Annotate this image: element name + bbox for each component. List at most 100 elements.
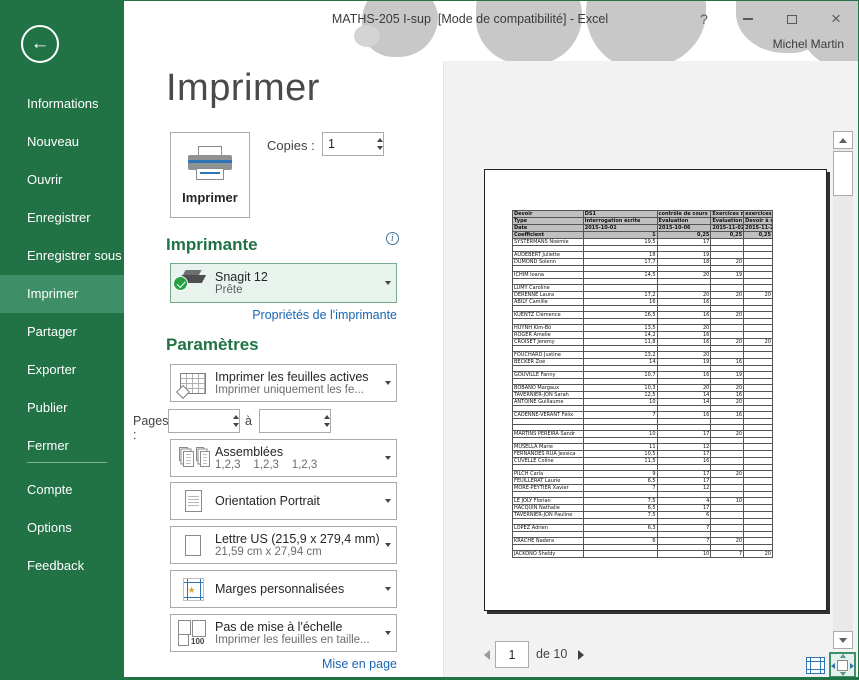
preview-cell: 10,5 [583, 451, 657, 458]
preview-cell: DUMOND Solenn [513, 259, 584, 266]
preview-cell: 6,5 [583, 505, 657, 512]
printer-ready-check-icon [173, 276, 188, 291]
orientation-dropdown[interactable]: Orientation Portrait [170, 482, 397, 520]
preview-cell: 17 [657, 505, 711, 512]
preview-cell: 14 [657, 392, 711, 399]
sidebar-footer-nav: Compte Options Feedback [0, 471, 124, 585]
sidebar-item-imprimer[interactable]: Imprimer [0, 275, 124, 313]
sidebar-item-nouveau[interactable]: Nouveau [0, 123, 124, 161]
preview-table-row: BECKER Zoé141916 [513, 359, 773, 366]
preview-cell: 10 [711, 498, 744, 505]
spin-down-icon[interactable] [233, 423, 239, 427]
decorative-blob [354, 25, 380, 47]
chevron-down-icon [380, 499, 396, 503]
preview-cell: LUMY Caroline [513, 285, 584, 292]
zoom-to-page-button[interactable] [829, 652, 856, 678]
preview-cell: 16 [657, 372, 711, 379]
help-icon[interactable]: ? [694, 9, 714, 29]
sidebar-item-exporter[interactable]: Exporter [0, 351, 124, 389]
minimize-icon[interactable] [738, 9, 758, 29]
page-setup-link[interactable]: Mise en page [170, 657, 397, 671]
paper-size-dropdown[interactable]: Lettre US (215,9 x 279,4 mm) 21,59 cm x … [170, 526, 397, 564]
sidebar-item-feedback[interactable]: Feedback [0, 547, 124, 585]
spin-up-icon[interactable] [324, 415, 330, 419]
pages-label: Pages : [133, 414, 168, 442]
next-page-icon[interactable] [578, 650, 584, 660]
preview-cell [711, 352, 744, 359]
spin-up-icon[interactable] [233, 415, 239, 419]
sidebar-item-fermer[interactable]: Fermer [0, 427, 124, 465]
printer-dropdown[interactable]: Snagit 12 Prête [170, 263, 397, 303]
sidebar-nav: Informations Nouveau Ouvrir Enregistrer … [0, 85, 124, 465]
preview-cell: 20 [711, 292, 744, 299]
preview-header-cell: 0,25 [744, 232, 773, 239]
sidebar-item-enregistrer-sous[interactable]: Enregistrer sous [0, 237, 124, 275]
sidebar-item-publier[interactable]: Publier [0, 389, 124, 427]
sidebar-item-ouvrir[interactable]: Ouvrir [0, 161, 124, 199]
printer-name: Snagit 12 [215, 270, 380, 284]
show-margins-icon[interactable] [806, 657, 825, 674]
spin-down-icon[interactable] [324, 423, 330, 427]
previous-page-icon[interactable] [484, 650, 490, 660]
pages-from-stepper[interactable] [168, 409, 240, 433]
scrollbar-down-icon[interactable] [833, 631, 853, 649]
sidebar-item-options[interactable]: Options [0, 509, 124, 547]
sidebar-item-partager[interactable]: Partager [0, 313, 124, 351]
print-what-dropdown[interactable]: Imprimer les feuilles actives Imprimer u… [170, 364, 397, 402]
preview-table: DevoirDS1contrôle de coursExercices mais… [512, 210, 773, 558]
margins-dropdown[interactable]: Marges personnalisées [170, 570, 397, 608]
preview-cell [744, 399, 773, 406]
preview-cell: 16 [583, 299, 657, 306]
spin-up-icon[interactable] [377, 138, 383, 142]
sidebar-item-compte[interactable]: Compte [0, 471, 124, 509]
preview-cell [744, 352, 773, 359]
printer-section-title: Imprimante [166, 235, 258, 255]
info-icon[interactable]: i [386, 232, 399, 245]
spin-down-icon[interactable] [377, 146, 383, 150]
pages-from-input[interactable] [169, 410, 233, 432]
scrollbar-thumb[interactable] [833, 151, 853, 196]
sidebar-item-informations[interactable]: Informations [0, 85, 124, 123]
scrollbar-up-icon[interactable] [833, 131, 853, 149]
preview-cell: MUSELLA Marie [513, 444, 584, 451]
preview-cell: 17,7 [583, 259, 657, 266]
preview-header-cell: 0,25 [711, 232, 744, 239]
copies-spin-buttons[interactable] [377, 133, 383, 155]
preview-cell: 10 [583, 399, 657, 406]
current-page-input[interactable] [495, 641, 529, 668]
preview-cell: CUVELLE Coline [513, 458, 584, 465]
preview-cell: 16 [657, 312, 711, 319]
preview-cell [711, 512, 744, 519]
preview-cell [711, 332, 744, 339]
scrollbar-track[interactable] [833, 131, 853, 649]
preview-cell: 9 [583, 471, 657, 478]
preview-cell: 6 [583, 538, 657, 545]
backstage-sidebar: ← Informations Nouveau Ouvrir Enregistre… [0, 1, 124, 680]
no-scaling-icon: 100 [178, 620, 208, 646]
preview-cell: KRACHE Nadera [513, 538, 584, 545]
sidebar-item-enregistrer[interactable]: Enregistrer [0, 199, 124, 237]
preview-cell [744, 538, 773, 545]
copies-input[interactable] [323, 133, 377, 155]
printer-properties-link[interactable]: Propriétés de l'imprimante [170, 308, 397, 322]
collation-dropdown[interactable]: Assemblées 1,2,3 1,2,3 1,2,3 [170, 439, 397, 477]
collated-icon [176, 446, 210, 470]
pages-to-stepper[interactable] [259, 409, 331, 433]
preview-cell: 16 [711, 359, 744, 366]
print-button[interactable]: Imprimer [170, 132, 250, 218]
preview-cell: 16 [657, 299, 711, 306]
preview-table-row: ANTOINE Guillaume101420 [513, 399, 773, 406]
copies-stepper[interactable] [322, 132, 384, 156]
preview-header-cell: Coefficient [513, 232, 584, 239]
preview-cell [583, 285, 657, 292]
scaling-dropdown[interactable]: 100 Pas de mise à l'échelle Imprimer les… [170, 614, 397, 652]
pages-to-input[interactable] [260, 410, 324, 432]
back-button[interactable]: ← [21, 25, 59, 63]
close-icon[interactable]: × [826, 9, 846, 29]
maximize-icon[interactable] [782, 9, 802, 29]
preview-table-row: KUENTZ Clémence16,51620 [513, 312, 773, 319]
preview-cell: 17 [657, 471, 711, 478]
preview-table-row: KRACHE Nadera6720 [513, 538, 773, 545]
preview-cell [744, 372, 773, 379]
preview-cell [744, 359, 773, 366]
